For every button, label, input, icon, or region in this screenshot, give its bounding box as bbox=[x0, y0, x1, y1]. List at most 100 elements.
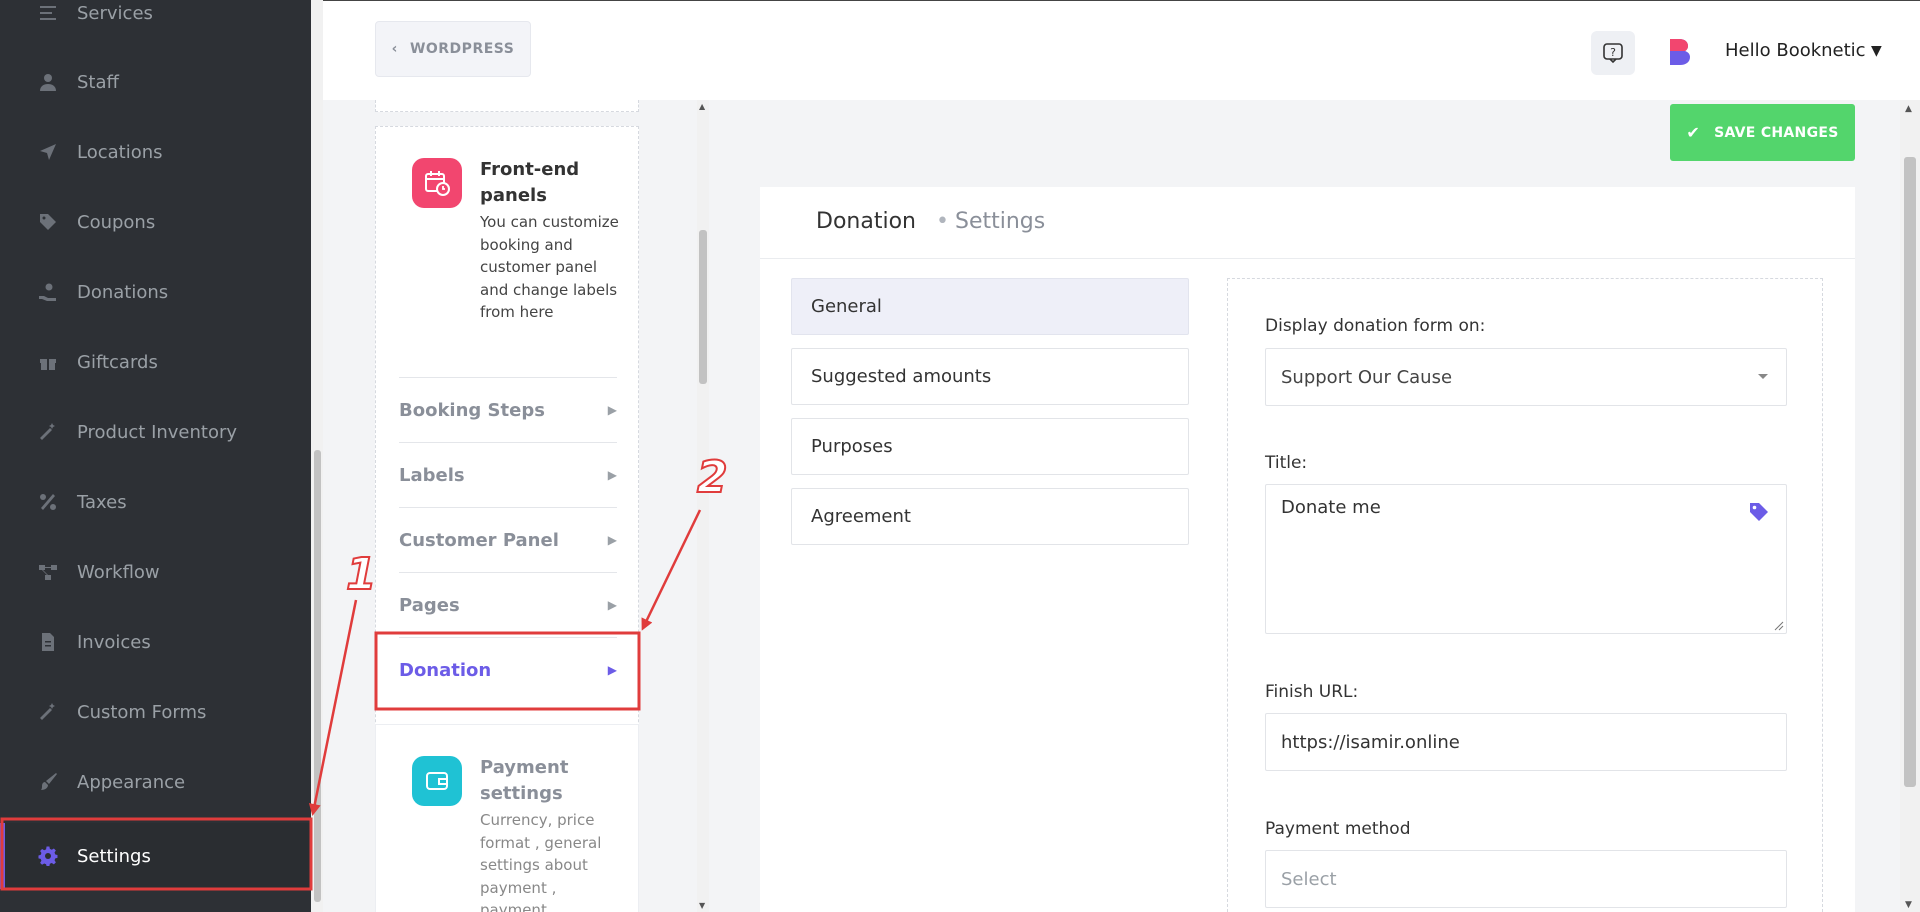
magic-wand-icon bbox=[38, 702, 58, 722]
tab-purposes[interactable]: Purposes bbox=[791, 418, 1189, 475]
payment-method-label: Payment method bbox=[1265, 819, 1411, 839]
chevron-left-icon: ‹ bbox=[391, 41, 398, 57]
sidebar-item-taxes[interactable]: Taxes bbox=[0, 473, 311, 531]
title-label: Title: bbox=[1265, 453, 1308, 473]
caret-right-icon: ▶ bbox=[607, 533, 617, 547]
sidebar-item-label: Giftcards bbox=[77, 351, 158, 373]
nav-item-label: Donation bbox=[399, 659, 492, 681]
sidebar-item-label: Invoices bbox=[77, 631, 151, 653]
brush-icon bbox=[38, 772, 58, 792]
sidebar-item-label: Staff bbox=[77, 71, 119, 93]
nav-item-label: Customer Panel bbox=[399, 529, 559, 551]
magic-wand-icon bbox=[38, 422, 58, 442]
sidebar-item-label: Donations bbox=[77, 281, 169, 303]
sidebar-item-label: Workflow bbox=[77, 561, 160, 583]
sidebar-item-label: Services bbox=[77, 2, 153, 24]
main-scrollbar[interactable]: ▲ ▼ bbox=[1900, 100, 1920, 912]
tab-general[interactable]: General bbox=[791, 278, 1189, 335]
sidebar-item-giftcards[interactable]: Giftcards bbox=[0, 333, 311, 391]
wordpress-back-button[interactable]: ‹ WORDPRESS bbox=[375, 21, 531, 77]
title-value: Donate me bbox=[1281, 497, 1381, 518]
nav-item-donation[interactable]: Donation ▶ bbox=[399, 637, 617, 702]
nav-item-labels[interactable]: Labels ▶ bbox=[399, 442, 617, 507]
nav-item-label: Booking Steps bbox=[399, 399, 545, 421]
breadcrumb-separator: • bbox=[936, 209, 949, 234]
sidebar-item-label: Product Inventory bbox=[77, 421, 238, 443]
save-changes-button[interactable]: ✔ SAVE CHANGES bbox=[1670, 104, 1855, 161]
payment-settings-card[interactable]: Payment settings Currency, price format … bbox=[375, 724, 639, 912]
chevron-down-icon bbox=[1758, 374, 1768, 379]
file-icon bbox=[38, 632, 58, 652]
chevron-down-icon[interactable]: ▼ bbox=[1871, 43, 1882, 59]
sidebar-item-label: Settings bbox=[77, 845, 151, 867]
scroll-down-icon[interactable]: ▼ bbox=[1905, 900, 1912, 910]
annotation-number-1: 1 bbox=[345, 548, 378, 601]
sidebar-item-locations[interactable]: Locations bbox=[0, 123, 311, 181]
caret-right-icon: ▶ bbox=[607, 403, 617, 417]
hand-holding-icon bbox=[38, 282, 58, 302]
sidebar-item-workflow[interactable]: Workflow bbox=[0, 543, 311, 601]
sidebar-item-custom-forms[interactable]: Custom Forms bbox=[0, 683, 311, 741]
caret-right-icon: ▶ bbox=[607, 663, 617, 677]
payment-settings-description: Currency, price format , general setting… bbox=[480, 811, 602, 912]
nav-item-label: Labels bbox=[399, 464, 465, 486]
tag-icon[interactable] bbox=[1748, 501, 1770, 523]
scrollbar-thumb[interactable] bbox=[699, 230, 707, 384]
sidebar-item-settings[interactable]: Settings bbox=[0, 823, 311, 889]
sidebar-item-appearance[interactable]: Appearance bbox=[0, 753, 311, 811]
sidebar: Services Staff Locations Coupons Donatio… bbox=[0, 0, 311, 912]
caret-right-icon: ▶ bbox=[607, 468, 617, 482]
page-subtitle: Settings bbox=[955, 209, 1046, 234]
settings-nav-scrollbar[interactable]: ▲ ▼ bbox=[697, 100, 709, 912]
check-icon: ✔ bbox=[1686, 123, 1701, 142]
list-icon bbox=[38, 3, 58, 23]
sidebar-item-coupons[interactable]: Coupons bbox=[0, 193, 311, 251]
sidebar-item-label: Coupons bbox=[77, 211, 156, 233]
page-title: Donation bbox=[816, 209, 916, 234]
donation-settings-card: Donation • Settings General Suggested am… bbox=[760, 187, 1855, 912]
nav-item-pages[interactable]: Pages ▶ bbox=[399, 572, 617, 637]
display-form-value: Support Our Cause bbox=[1281, 366, 1453, 388]
scroll-up-icon[interactable]: ▲ bbox=[699, 102, 705, 111]
scrollbar-thumb[interactable] bbox=[314, 450, 321, 902]
calendar-clock-icon bbox=[412, 158, 462, 208]
title-field[interactable]: Donate me bbox=[1265, 484, 1787, 634]
breadcrumb: Donation • Settings bbox=[760, 187, 1855, 259]
settings-nav: Front-end panels You can customize booki… bbox=[323, 100, 697, 912]
gear-icon bbox=[38, 846, 58, 866]
nav-item-label: Pages bbox=[399, 594, 460, 616]
help-icon: ? bbox=[1603, 43, 1623, 64]
user-icon bbox=[38, 72, 58, 92]
scroll-up-icon[interactable]: ▲ bbox=[1905, 104, 1912, 114]
nav-item-booking-steps[interactable]: Booking Steps ▶ bbox=[399, 377, 617, 442]
gift-icon bbox=[38, 352, 58, 372]
tag-icon bbox=[38, 212, 58, 232]
sidebar-item-label: Custom Forms bbox=[77, 701, 207, 723]
frontend-panels-title: Front-end panels bbox=[480, 159, 580, 206]
sidebar-item-label: Appearance bbox=[77, 771, 186, 793]
sidebar-item-services[interactable]: Services bbox=[0, 0, 311, 42]
scroll-down-icon[interactable]: ▼ bbox=[699, 901, 705, 910]
finish-url-input[interactable]: https://isamir.online bbox=[1265, 713, 1787, 771]
display-form-label: Display donation form on: bbox=[1265, 316, 1486, 336]
nav-item-customer-panel[interactable]: Customer Panel ▶ bbox=[399, 507, 617, 572]
sidebar-item-donations[interactable]: Donations bbox=[0, 263, 311, 321]
tab-agreement[interactable]: Agreement bbox=[791, 488, 1189, 545]
sidebar-item-invoices[interactable]: Invoices bbox=[0, 613, 311, 671]
scrollbar-thumb[interactable] bbox=[1904, 157, 1916, 787]
sidebar-item-product-inventory[interactable]: Product Inventory bbox=[0, 403, 311, 461]
frontend-panels-card: Front-end panels You can customize booki… bbox=[375, 126, 639, 812]
sidebar-item-staff[interactable]: Staff bbox=[0, 53, 311, 111]
display-form-select[interactable]: Support Our Cause bbox=[1265, 348, 1787, 406]
resize-handle-icon[interactable] bbox=[1774, 621, 1784, 631]
sidebar-scrollbar[interactable] bbox=[311, 0, 323, 912]
svg-text:?: ? bbox=[1610, 46, 1616, 59]
payment-method-select[interactable]: Select bbox=[1265, 850, 1787, 908]
user-greeting[interactable]: Hello Booknetic bbox=[1725, 40, 1866, 61]
sidebar-item-label: Locations bbox=[77, 141, 163, 163]
wordpress-label: WORDPRESS bbox=[409, 41, 515, 57]
percent-icon bbox=[38, 492, 58, 512]
tab-suggested-amounts[interactable]: Suggested amounts bbox=[791, 348, 1189, 405]
sidebar-item-label: Taxes bbox=[77, 491, 127, 513]
help-button[interactable]: ? bbox=[1591, 31, 1635, 75]
